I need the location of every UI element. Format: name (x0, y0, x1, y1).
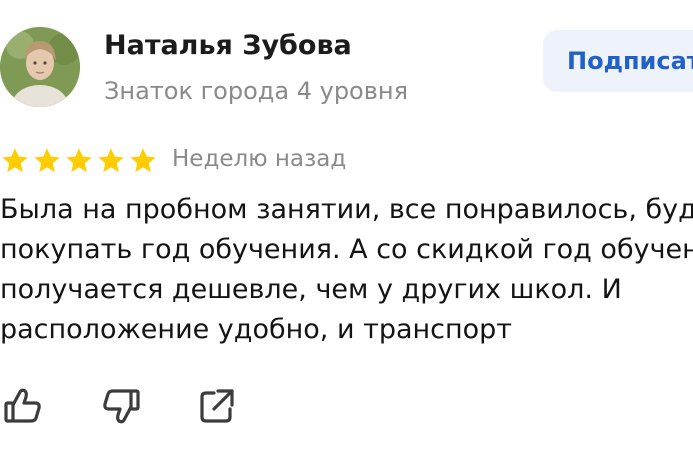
subscribe-button[interactable]: Подписаться (543, 30, 693, 92)
star-icon (128, 146, 158, 176)
like-button[interactable] (2, 385, 46, 429)
review-text-line: покупать год обучения. А со скидкой год … (0, 234, 693, 265)
dislike-button[interactable] (100, 385, 144, 429)
star-icon (32, 146, 62, 176)
subscribe-button-label: Подписаться (567, 47, 693, 75)
star-icon (64, 146, 94, 176)
star-icon (0, 146, 30, 176)
review-date: Неделю назад (172, 146, 347, 172)
avatar[interactable] (0, 27, 80, 107)
author-name[interactable]: Наталья Зубова (104, 30, 352, 61)
star-icon (96, 146, 126, 176)
rating-stars (0, 146, 158, 176)
review-text-line: расположение удобно, и транспорт (0, 314, 513, 345)
review-text: Была на пробном занятии, все понравилось… (0, 190, 693, 350)
review-text-line: получается дешевле, чем у других школ. И (0, 274, 622, 305)
review-card: Наталья Зубова Знаток города 4 уровня По… (0, 0, 693, 462)
share-button[interactable] (196, 385, 240, 429)
share-icon (196, 385, 240, 427)
thumbs-up-icon (2, 385, 46, 427)
thumbs-down-icon (100, 385, 144, 427)
author-level: Знаток города 4 уровня (104, 77, 409, 105)
review-text-line: Была на пробном занятии, все понравилось… (0, 194, 693, 225)
